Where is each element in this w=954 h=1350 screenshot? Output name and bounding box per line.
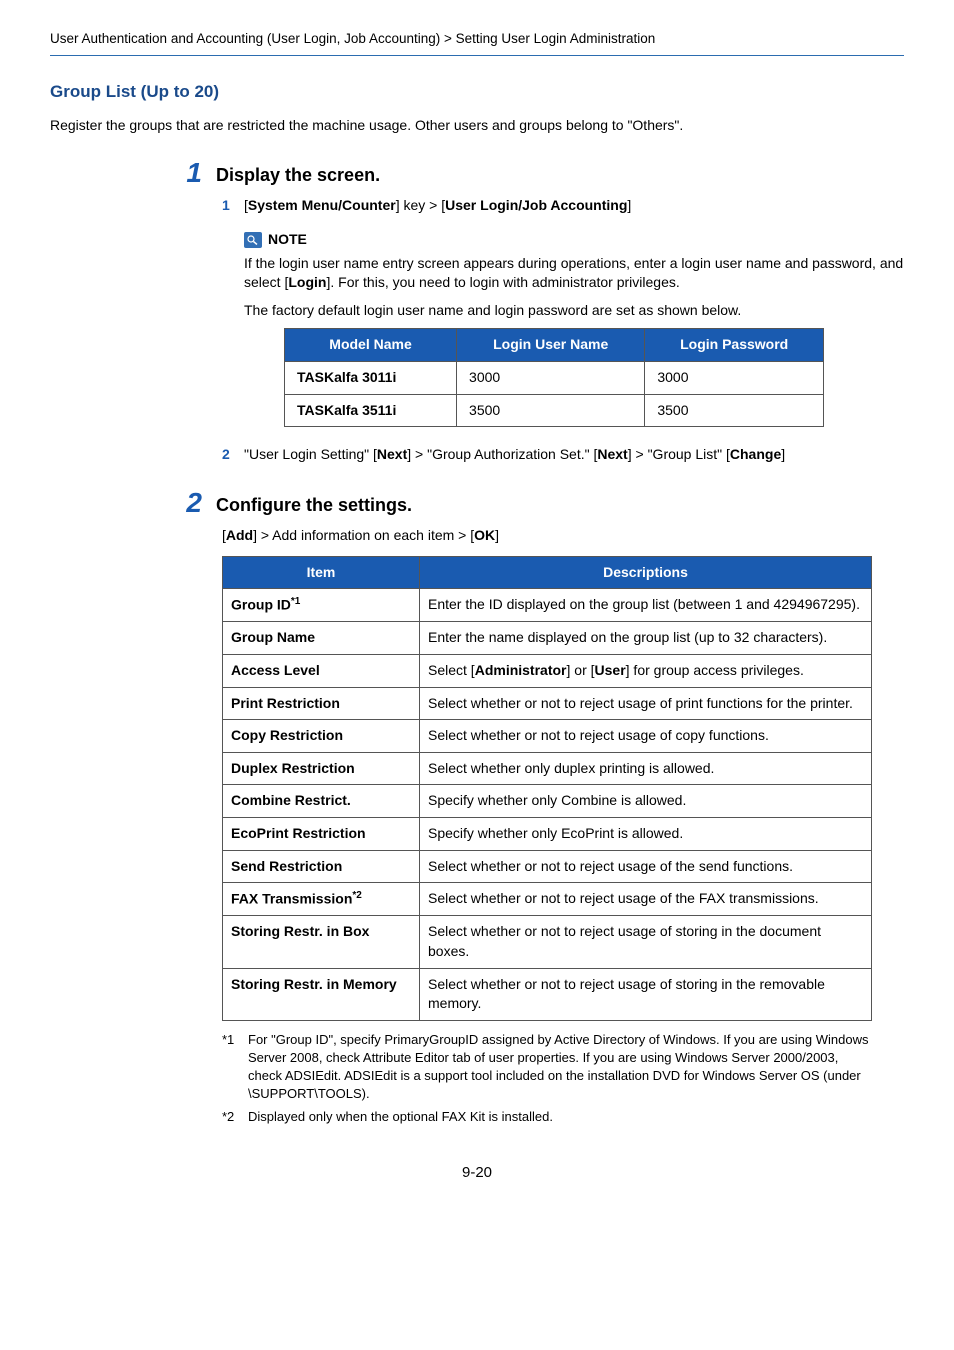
note-text: If the login user name entry screen appe…: [244, 254, 904, 321]
section-intro: Register the groups that are restricted …: [50, 116, 904, 136]
page-number: 9-20: [50, 1162, 904, 1183]
table-row: Storing Restr. in Memory Select whether …: [223, 968, 872, 1020]
table-row: Storing Restr. in Box Select whether or …: [223, 916, 872, 968]
table-row: Copy Restriction Select whether or not t…: [223, 720, 872, 753]
note-title: NOTE: [268, 230, 307, 250]
th-item: Item: [223, 556, 420, 589]
table-row: TASKalfa 3011i 3000 3000: [285, 362, 824, 395]
table-row: TASKalfa 3511i 3500 3500: [285, 394, 824, 427]
step-number-1: 1: [180, 159, 202, 187]
step-heading-1: Display the screen.: [216, 159, 380, 188]
step-heading-2: Configure the settings.: [216, 489, 412, 518]
breadcrumb: User Authentication and Accounting (User…: [50, 30, 904, 49]
substep-number: 2: [222, 445, 236, 465]
table-row: Group ID*1 Enter the ID displayed on the…: [223, 589, 872, 622]
note-icon: [244, 232, 262, 248]
substep-text: "User Login Setting" [Next] > "Group Aut…: [244, 445, 785, 465]
items-table: Item Descriptions Group ID*1 Enter the I…: [222, 556, 872, 1021]
table-row: Combine Restrict. Specify whether only C…: [223, 785, 872, 818]
table-row: Print Restriction Select whether or not …: [223, 687, 872, 720]
table-row: FAX Transmission*2 Select whether or not…: [223, 883, 872, 916]
section-title: Group List (Up to 20): [50, 80, 904, 104]
step2-line: [Add] > Add information on each item > […: [222, 526, 904, 546]
table-row: Group Name Enter the name displayed on t…: [223, 622, 872, 655]
table-row: Access Level Select [Administrator] or […: [223, 655, 872, 688]
model-credentials-table: Model Name Login User Name Login Passwor…: [284, 328, 824, 427]
table-row: Send Restriction Select whether or not t…: [223, 850, 872, 883]
table-row: EcoPrint Restriction Specify whether onl…: [223, 818, 872, 851]
substep-number: 1: [222, 196, 236, 216]
th-login-password: Login Password: [645, 329, 824, 362]
table-row: Duplex Restriction Select whether only d…: [223, 752, 872, 785]
step-number-2: 2: [180, 489, 202, 517]
th-model-name: Model Name: [285, 329, 457, 362]
th-descriptions: Descriptions: [420, 556, 872, 589]
footnotes: *1For "Group ID", specify PrimaryGroupID…: [222, 1031, 872, 1126]
th-login-user: Login User Name: [457, 329, 645, 362]
substep-text: [System Menu/Counter] key > [User Login/…: [244, 196, 631, 216]
header-rule: [50, 55, 904, 56]
